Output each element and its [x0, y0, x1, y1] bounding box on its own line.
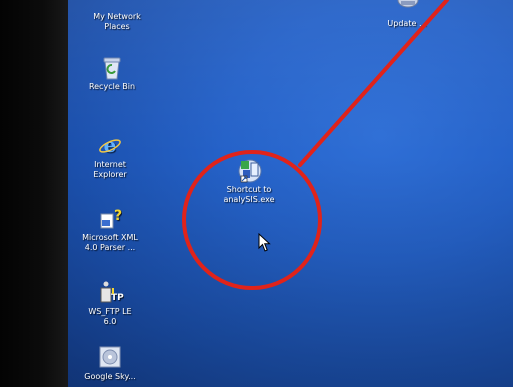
- svg-text:?: ?: [114, 208, 122, 224]
- desktop-icon-update[interactable]: Update ...: [367, 0, 447, 29]
- ws-ftp-icon: TP: [98, 280, 124, 304]
- internet-explorer-icon: e: [98, 133, 122, 157]
- desktop-icon-label: Microsoft XML 4.0 Parser ...: [82, 233, 138, 252]
- desktop-icon-xml-parser[interactable]: ? Microsoft XML 4.0 Parser ...: [70, 206, 150, 253]
- desktop-icon-label: Recycle Bin: [88, 82, 136, 91]
- desktop-icon-label: Update ...: [387, 19, 427, 28]
- svg-text:e: e: [104, 133, 117, 157]
- recycle-bin-icon: [100, 55, 124, 80]
- disc-icon: [98, 345, 122, 369]
- mouse-cursor-icon: [258, 233, 271, 252]
- xml-parser-icon: ?: [98, 206, 122, 230]
- annotation-circle: [182, 150, 322, 290]
- desktop-icon-network-places[interactable]: My Network Places: [77, 0, 157, 32]
- update-icon: [395, 0, 419, 16]
- svg-text:TP: TP: [111, 293, 124, 303]
- desktop-icon-label: WS_FTP LE 6.0: [88, 307, 132, 326]
- desktop-icon-recycle-bin[interactable]: Recycle Bin: [72, 55, 152, 92]
- monitor-bezel: [0, 0, 70, 387]
- desktop-icon-disc[interactable]: Google Sky...: [70, 345, 150, 382]
- desktop-icon-internet-explorer[interactable]: e Internet Explorer: [70, 133, 150, 180]
- desktop-icon-label: My Network Places: [93, 12, 141, 31]
- desktop-icon-label: Internet Explorer: [93, 160, 127, 179]
- desktop-icon-ws-ftp[interactable]: TP WS_FTP LE 6.0: [70, 280, 150, 327]
- desktop-icon-label: Google Sky...: [84, 372, 136, 381]
